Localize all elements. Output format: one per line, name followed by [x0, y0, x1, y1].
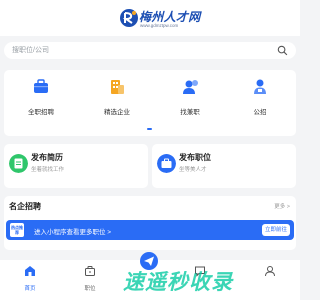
building-icon [111, 80, 124, 94]
publish-job-title: 发布职位 [179, 153, 211, 162]
person-icon [254, 79, 266, 94]
watermark: 速遥秒收录 [123, 266, 273, 294]
search-icon[interactable] [277, 45, 288, 56]
post-job-icon [157, 154, 176, 173]
watermark-text: 速遥秒收录 [123, 271, 233, 294]
search-placeholder: 搜职位/公司 [12, 47, 49, 54]
job-logo-icon [120, 9, 138, 27]
nav-label: 精选企业 [104, 109, 130, 116]
home-icon [25, 266, 35, 276]
search-input[interactable]: 搜职位/公司 [4, 42, 296, 59]
nav-item-parttime[interactable]: 找兼职 [160, 78, 220, 118]
nav-item-public[interactable]: 公招 [230, 78, 290, 118]
tab-jobs[interactable]: 职位 [70, 265, 110, 295]
tab-home[interactable]: 首页 [10, 265, 50, 295]
site-url: www.gdmztpw.com [140, 23, 179, 28]
hot-badge: 热点推荐 [10, 223, 24, 237]
nav-label: 找兼职 [180, 109, 200, 116]
job-icon [85, 266, 95, 276]
publish-resume-card[interactable]: 发布简历 坐着就找工作 [4, 144, 148, 188]
publish-resume-title: 发布简历 [31, 153, 63, 162]
miniprogram-banner[interactable]: 热点推荐 进入小程序查看更多职位 > 立即前往 [6, 220, 294, 240]
nav-label: 全职招聘 [28, 109, 54, 116]
resume-icon [9, 154, 28, 173]
indicator-dot [147, 128, 152, 130]
publish-job-subtitle: 坐等美人才 [179, 167, 207, 173]
nav-label: 公招 [253, 109, 267, 116]
quick-nav: 全职招聘 精选企业 找兼职 公招 [4, 70, 296, 136]
site-logo[interactable]: 梅州人才网 www.gdmztpw.com [119, 7, 200, 31]
briefcase-icon [34, 79, 48, 93]
famous-jobs-section: 名企招聘 更多 > 热点推荐 进入小程序查看更多职位 > 立即前往 [4, 196, 296, 250]
publish-resume-subtitle: 坐着就找工作 [31, 167, 65, 173]
go-now-button[interactable]: 立即前往 [262, 224, 290, 236]
publish-job-card[interactable]: 发布职位 坐等美人才 [152, 144, 296, 188]
nav-item-companies[interactable]: 精选企业 [87, 78, 147, 118]
nav-item-fulltime[interactable]: 全职招聘 [11, 78, 71, 118]
tab-label: 首页 [24, 286, 36, 292]
more-link[interactable]: 更多 > [274, 202, 290, 210]
page-indicator [147, 128, 153, 131]
app-header: 梅州人才网 www.gdmztpw.com [0, 0, 300, 36]
part-time-icon [183, 80, 198, 94]
section-title: 名企招聘 [9, 202, 41, 211]
tab-label: 职位 [84, 286, 96, 292]
banner-text: 进入小程序查看更多职位 > [34, 229, 112, 236]
